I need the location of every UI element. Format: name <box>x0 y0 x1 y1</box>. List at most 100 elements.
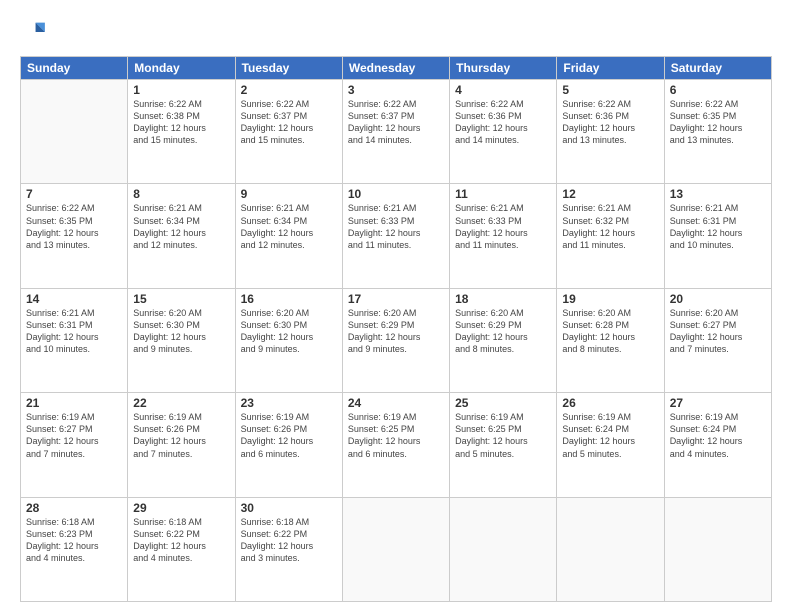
day-number: 6 <box>670 83 766 97</box>
calendar-cell: 10Sunrise: 6:21 AMSunset: 6:33 PMDayligh… <box>342 184 449 288</box>
calendar-cell <box>21 80 128 184</box>
weekday-header-thursday: Thursday <box>450 57 557 80</box>
day-info: Sunrise: 6:21 AMSunset: 6:33 PMDaylight:… <box>455 202 551 251</box>
logo-icon <box>20 18 48 46</box>
day-number: 28 <box>26 501 122 515</box>
day-number: 12 <box>562 187 658 201</box>
calendar-cell: 28Sunrise: 6:18 AMSunset: 6:23 PMDayligh… <box>21 497 128 601</box>
logo <box>20 18 52 46</box>
calendar-cell: 7Sunrise: 6:22 AMSunset: 6:35 PMDaylight… <box>21 184 128 288</box>
calendar-cell: 1Sunrise: 6:22 AMSunset: 6:38 PMDaylight… <box>128 80 235 184</box>
calendar-cell: 18Sunrise: 6:20 AMSunset: 6:29 PMDayligh… <box>450 288 557 392</box>
day-info: Sunrise: 6:21 AMSunset: 6:31 PMDaylight:… <box>26 307 122 356</box>
calendar-cell <box>664 497 771 601</box>
calendar-page: SundayMondayTuesdayWednesdayThursdayFrid… <box>0 0 792 612</box>
day-info: Sunrise: 6:22 AMSunset: 6:35 PMDaylight:… <box>670 98 766 147</box>
calendar-cell: 14Sunrise: 6:21 AMSunset: 6:31 PMDayligh… <box>21 288 128 392</box>
week-row-1: 1Sunrise: 6:22 AMSunset: 6:38 PMDaylight… <box>21 80 772 184</box>
week-row-3: 14Sunrise: 6:21 AMSunset: 6:31 PMDayligh… <box>21 288 772 392</box>
day-number: 25 <box>455 396 551 410</box>
day-info: Sunrise: 6:21 AMSunset: 6:31 PMDaylight:… <box>670 202 766 251</box>
day-info: Sunrise: 6:19 AMSunset: 6:24 PMDaylight:… <box>670 411 766 460</box>
day-number: 3 <box>348 83 444 97</box>
weekday-header-monday: Monday <box>128 57 235 80</box>
day-number: 26 <box>562 396 658 410</box>
week-row-5: 28Sunrise: 6:18 AMSunset: 6:23 PMDayligh… <box>21 497 772 601</box>
day-info: Sunrise: 6:22 AMSunset: 6:36 PMDaylight:… <box>455 98 551 147</box>
day-info: Sunrise: 6:18 AMSunset: 6:23 PMDaylight:… <box>26 516 122 565</box>
weekday-header-tuesday: Tuesday <box>235 57 342 80</box>
day-number: 24 <box>348 396 444 410</box>
day-info: Sunrise: 6:22 AMSunset: 6:37 PMDaylight:… <box>348 98 444 147</box>
calendar-cell: 3Sunrise: 6:22 AMSunset: 6:37 PMDaylight… <box>342 80 449 184</box>
day-number: 7 <box>26 187 122 201</box>
day-number: 9 <box>241 187 337 201</box>
calendar-cell: 30Sunrise: 6:18 AMSunset: 6:22 PMDayligh… <box>235 497 342 601</box>
day-info: Sunrise: 6:21 AMSunset: 6:34 PMDaylight:… <box>133 202 229 251</box>
day-info: Sunrise: 6:19 AMSunset: 6:26 PMDaylight:… <box>241 411 337 460</box>
day-info: Sunrise: 6:20 AMSunset: 6:30 PMDaylight:… <box>133 307 229 356</box>
calendar-cell: 24Sunrise: 6:19 AMSunset: 6:25 PMDayligh… <box>342 393 449 497</box>
week-row-4: 21Sunrise: 6:19 AMSunset: 6:27 PMDayligh… <box>21 393 772 497</box>
calendar-cell: 2Sunrise: 6:22 AMSunset: 6:37 PMDaylight… <box>235 80 342 184</box>
day-info: Sunrise: 6:19 AMSunset: 6:24 PMDaylight:… <box>562 411 658 460</box>
day-info: Sunrise: 6:20 AMSunset: 6:29 PMDaylight:… <box>455 307 551 356</box>
day-number: 29 <box>133 501 229 515</box>
calendar-cell <box>450 497 557 601</box>
calendar-cell: 15Sunrise: 6:20 AMSunset: 6:30 PMDayligh… <box>128 288 235 392</box>
day-info: Sunrise: 6:22 AMSunset: 6:35 PMDaylight:… <box>26 202 122 251</box>
day-info: Sunrise: 6:19 AMSunset: 6:26 PMDaylight:… <box>133 411 229 460</box>
day-number: 20 <box>670 292 766 306</box>
week-row-2: 7Sunrise: 6:22 AMSunset: 6:35 PMDaylight… <box>21 184 772 288</box>
weekday-header-saturday: Saturday <box>664 57 771 80</box>
day-info: Sunrise: 6:22 AMSunset: 6:36 PMDaylight:… <box>562 98 658 147</box>
day-number: 2 <box>241 83 337 97</box>
calendar-cell: 29Sunrise: 6:18 AMSunset: 6:22 PMDayligh… <box>128 497 235 601</box>
calendar-cell: 20Sunrise: 6:20 AMSunset: 6:27 PMDayligh… <box>664 288 771 392</box>
calendar-cell: 9Sunrise: 6:21 AMSunset: 6:34 PMDaylight… <box>235 184 342 288</box>
day-number: 23 <box>241 396 337 410</box>
day-info: Sunrise: 6:19 AMSunset: 6:25 PMDaylight:… <box>348 411 444 460</box>
weekday-header-wednesday: Wednesday <box>342 57 449 80</box>
calendar-cell: 27Sunrise: 6:19 AMSunset: 6:24 PMDayligh… <box>664 393 771 497</box>
day-number: 17 <box>348 292 444 306</box>
day-number: 14 <box>26 292 122 306</box>
calendar-table: SundayMondayTuesdayWednesdayThursdayFrid… <box>20 56 772 602</box>
day-info: Sunrise: 6:19 AMSunset: 6:25 PMDaylight:… <box>455 411 551 460</box>
weekday-header-row: SundayMondayTuesdayWednesdayThursdayFrid… <box>21 57 772 80</box>
day-number: 11 <box>455 187 551 201</box>
day-info: Sunrise: 6:21 AMSunset: 6:33 PMDaylight:… <box>348 202 444 251</box>
calendar-cell: 21Sunrise: 6:19 AMSunset: 6:27 PMDayligh… <box>21 393 128 497</box>
weekday-header-friday: Friday <box>557 57 664 80</box>
day-info: Sunrise: 6:22 AMSunset: 6:37 PMDaylight:… <box>241 98 337 147</box>
day-number: 19 <box>562 292 658 306</box>
day-number: 21 <box>26 396 122 410</box>
day-number: 22 <box>133 396 229 410</box>
calendar-cell <box>557 497 664 601</box>
day-info: Sunrise: 6:20 AMSunset: 6:29 PMDaylight:… <box>348 307 444 356</box>
calendar-cell: 6Sunrise: 6:22 AMSunset: 6:35 PMDaylight… <box>664 80 771 184</box>
calendar-cell: 12Sunrise: 6:21 AMSunset: 6:32 PMDayligh… <box>557 184 664 288</box>
day-number: 30 <box>241 501 337 515</box>
calendar-cell: 25Sunrise: 6:19 AMSunset: 6:25 PMDayligh… <box>450 393 557 497</box>
day-info: Sunrise: 6:21 AMSunset: 6:34 PMDaylight:… <box>241 202 337 251</box>
calendar-cell: 16Sunrise: 6:20 AMSunset: 6:30 PMDayligh… <box>235 288 342 392</box>
calendar-cell: 8Sunrise: 6:21 AMSunset: 6:34 PMDaylight… <box>128 184 235 288</box>
header <box>20 18 772 46</box>
day-info: Sunrise: 6:18 AMSunset: 6:22 PMDaylight:… <box>133 516 229 565</box>
day-info: Sunrise: 6:20 AMSunset: 6:30 PMDaylight:… <box>241 307 337 356</box>
day-info: Sunrise: 6:20 AMSunset: 6:28 PMDaylight:… <box>562 307 658 356</box>
day-number: 1 <box>133 83 229 97</box>
day-number: 4 <box>455 83 551 97</box>
day-number: 18 <box>455 292 551 306</box>
day-number: 15 <box>133 292 229 306</box>
day-info: Sunrise: 6:20 AMSunset: 6:27 PMDaylight:… <box>670 307 766 356</box>
day-number: 27 <box>670 396 766 410</box>
calendar-cell: 22Sunrise: 6:19 AMSunset: 6:26 PMDayligh… <box>128 393 235 497</box>
calendar-cell: 11Sunrise: 6:21 AMSunset: 6:33 PMDayligh… <box>450 184 557 288</box>
calendar-cell: 4Sunrise: 6:22 AMSunset: 6:36 PMDaylight… <box>450 80 557 184</box>
calendar-cell: 23Sunrise: 6:19 AMSunset: 6:26 PMDayligh… <box>235 393 342 497</box>
calendar-cell: 26Sunrise: 6:19 AMSunset: 6:24 PMDayligh… <box>557 393 664 497</box>
calendar-cell: 5Sunrise: 6:22 AMSunset: 6:36 PMDaylight… <box>557 80 664 184</box>
day-number: 10 <box>348 187 444 201</box>
